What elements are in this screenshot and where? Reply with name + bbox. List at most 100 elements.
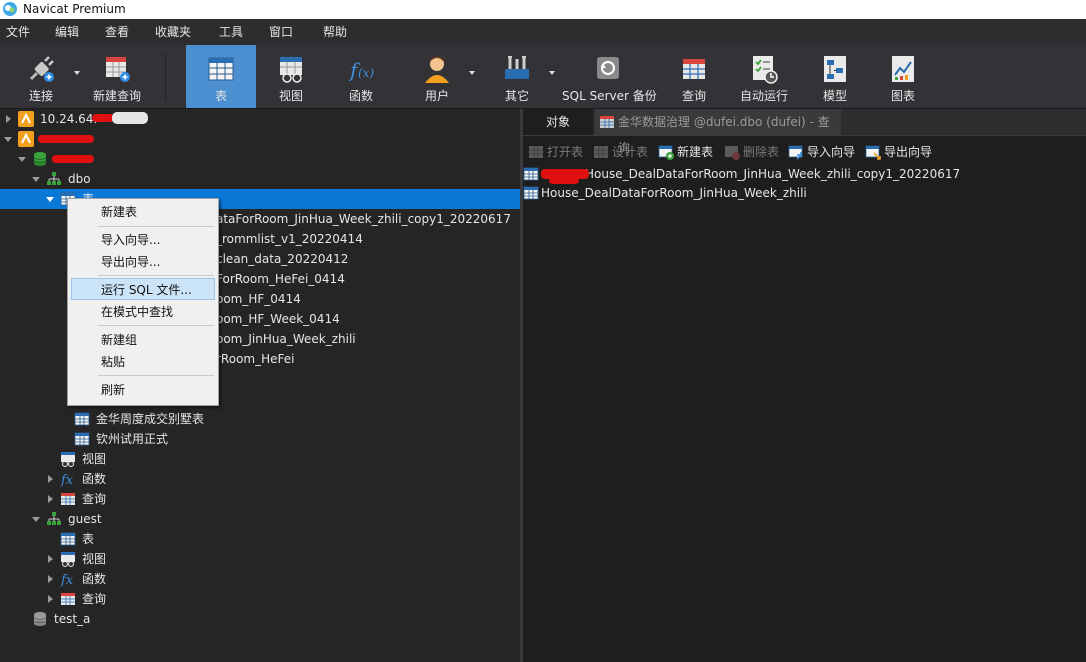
expand-arrow-icon[interactable] bbox=[6, 115, 11, 123]
query-button[interactable]: 查询 bbox=[665, 45, 723, 108]
tree-functions-node[interactable]: fx 函数 bbox=[0, 469, 520, 489]
function-icon: f (x) bbox=[348, 58, 374, 82]
automation-label: 自动运行 bbox=[739, 89, 788, 103]
delete-table-label: 删除表 bbox=[743, 145, 780, 159]
menu-item-label: 粘贴 bbox=[101, 355, 126, 369]
function-icon: fx bbox=[60, 473, 74, 487]
expand-arrow-icon[interactable] bbox=[48, 595, 53, 603]
schema-icon bbox=[47, 172, 61, 185]
new-query-icon bbox=[106, 57, 130, 82]
menu-item-new-group[interactable]: 新建组 bbox=[71, 329, 215, 351]
view-icon bbox=[61, 452, 75, 467]
view-label: 视图 bbox=[278, 89, 303, 103]
import-wizard-label: 导入向导 bbox=[807, 145, 856, 159]
tree-database-test-a[interactable]: test_a bbox=[0, 609, 520, 629]
schema-guest-label: guest bbox=[68, 512, 102, 526]
guest-tables-label: 表 bbox=[82, 532, 95, 546]
connect-label: 连接 bbox=[28, 89, 53, 103]
menu-tools[interactable]: 工具 bbox=[219, 19, 243, 45]
design-table-label: 设计表 bbox=[612, 145, 649, 159]
new-query-button[interactable]: 新建查询 bbox=[88, 45, 146, 108]
function-button[interactable]: f (x) 函数 bbox=[332, 45, 390, 108]
menu-item-find-in-schema[interactable]: 在模式中查找 bbox=[71, 301, 215, 323]
object-panel: 对象 金华数据治理 @dufei.dbo (dufei) - 查询 打开表 设计 bbox=[523, 109, 1086, 662]
tree-guest-queries-node[interactable]: 查询 bbox=[0, 589, 520, 609]
table-button[interactable]: 表 bbox=[186, 45, 256, 108]
tree-schema-dbo[interactable]: dbo bbox=[0, 169, 520, 189]
function-label: 函数 bbox=[348, 89, 373, 103]
menu-edit[interactable]: 编辑 bbox=[55, 19, 79, 45]
guest-queries-label: 查询 bbox=[82, 592, 107, 606]
tree-guest-views-node[interactable]: 视图 bbox=[0, 549, 520, 569]
query-label: 查询 bbox=[681, 89, 706, 103]
table-name: oom_HF_Week_0414 bbox=[216, 312, 340, 326]
sql-server-connection-icon bbox=[18, 131, 34, 147]
table-icon bbox=[208, 57, 234, 81]
expand-arrow-icon[interactable] bbox=[48, 575, 53, 583]
export-wizard-label: 导出向导 bbox=[884, 145, 933, 159]
other-dropdown-icon[interactable] bbox=[549, 71, 555, 75]
model-button[interactable]: 模型 bbox=[806, 45, 864, 108]
tab-query[interactable]: 金华数据治理 @dufei.dbo (dufei) - 查询 bbox=[595, 109, 841, 155]
tree-queries-node[interactable]: 查询 bbox=[0, 489, 520, 509]
tree-guest-tables-node[interactable]: 表 bbox=[0, 529, 520, 549]
menu-window[interactable]: 窗口 bbox=[269, 19, 293, 45]
menu-item-run-sql-file[interactable]: 运行 SQL 文件... bbox=[71, 278, 215, 300]
collapse-arrow-icon[interactable] bbox=[32, 517, 40, 522]
tree-schema-guest[interactable]: guest bbox=[0, 509, 520, 529]
open-table-label: 打开表 bbox=[547, 145, 584, 159]
tree-table-row[interactable]: 金华周度成交别墅表 bbox=[0, 409, 520, 429]
menu-separator bbox=[98, 226, 214, 227]
tree-table-row[interactable]: 钦州试用正式 bbox=[0, 429, 520, 449]
menu-favorites[interactable]: 收藏夹 bbox=[155, 19, 191, 45]
tree-guest-functions-node[interactable]: fx 函数 bbox=[0, 569, 520, 589]
menu-item-export-wizard[interactable]: 导出向导... bbox=[71, 251, 215, 273]
user-dropdown-icon[interactable] bbox=[469, 71, 475, 75]
menu-separator bbox=[98, 275, 214, 276]
connect-dropdown-icon[interactable] bbox=[74, 71, 80, 75]
menu-file[interactable]: 文件 bbox=[6, 19, 30, 45]
import-icon bbox=[788, 145, 803, 160]
menu-view[interactable]: 查看 bbox=[105, 19, 129, 45]
menu-item-paste[interactable]: 粘贴 bbox=[71, 351, 215, 373]
views-node-label: 视图 bbox=[82, 452, 107, 466]
collapse-arrow-icon[interactable] bbox=[46, 197, 54, 202]
tree-connection-2[interactable] bbox=[0, 129, 520, 149]
automation-button[interactable]: 自动运行 bbox=[733, 45, 795, 108]
schema-icon bbox=[47, 512, 61, 525]
menu-item-label: 新建表 bbox=[101, 205, 138, 219]
svg-text:fx: fx bbox=[60, 473, 74, 487]
guest-functions-label: 函数 bbox=[82, 572, 107, 586]
collapse-arrow-icon[interactable] bbox=[18, 157, 26, 162]
expand-arrow-icon[interactable] bbox=[48, 555, 53, 563]
object-list-item[interactable]: House_DealDataForRoom_JinHua_Week_zhili bbox=[523, 184, 1086, 202]
view-button[interactable]: 视图 bbox=[262, 45, 320, 108]
menu-item-refresh[interactable]: 刷新 bbox=[71, 379, 215, 401]
tree-database[interactable] bbox=[0, 149, 520, 169]
tab-objects[interactable]: 对象 bbox=[523, 109, 593, 135]
object-list-item[interactable]: House_DealDataForRoom_JinHua_Week_zhili_… bbox=[523, 165, 1086, 184]
new-table-label: 新建表 bbox=[677, 145, 714, 159]
open-table-icon bbox=[529, 146, 543, 158]
collapse-arrow-icon[interactable] bbox=[4, 137, 12, 142]
chart-button[interactable]: 图表 bbox=[874, 45, 932, 108]
tree-views-node[interactable]: 视图 bbox=[0, 449, 520, 469]
menu-item-import-wizard[interactable]: 导入向导... bbox=[71, 229, 215, 251]
expand-arrow-icon[interactable] bbox=[48, 495, 53, 503]
menu-item-new-table[interactable]: 新建表 bbox=[71, 201, 215, 223]
model-label: 模型 bbox=[822, 89, 847, 103]
sql-server-backup-button[interactable]: SQL Server 备份 bbox=[562, 45, 657, 108]
chart-label: 图表 bbox=[890, 89, 915, 103]
menu-help[interactable]: 帮助 bbox=[323, 19, 347, 45]
collapse-arrow-icon[interactable] bbox=[32, 177, 40, 182]
other-button[interactable]: 其它 bbox=[488, 45, 546, 108]
user-button[interactable]: 用户 bbox=[408, 45, 466, 108]
view-icon bbox=[61, 552, 75, 567]
menu-separator bbox=[98, 375, 214, 376]
design-table-icon bbox=[594, 146, 608, 158]
connect-button[interactable]: 连接 bbox=[10, 45, 72, 108]
tree-connection-1[interactable]: 10.24.64. bbox=[0, 109, 520, 129]
table-name: 钦州试用正式 bbox=[96, 432, 169, 446]
expand-arrow-icon[interactable] bbox=[48, 475, 53, 483]
menu-bar: 文件 编辑 查看 收藏夹 工具 窗口 帮助 bbox=[0, 19, 1086, 46]
